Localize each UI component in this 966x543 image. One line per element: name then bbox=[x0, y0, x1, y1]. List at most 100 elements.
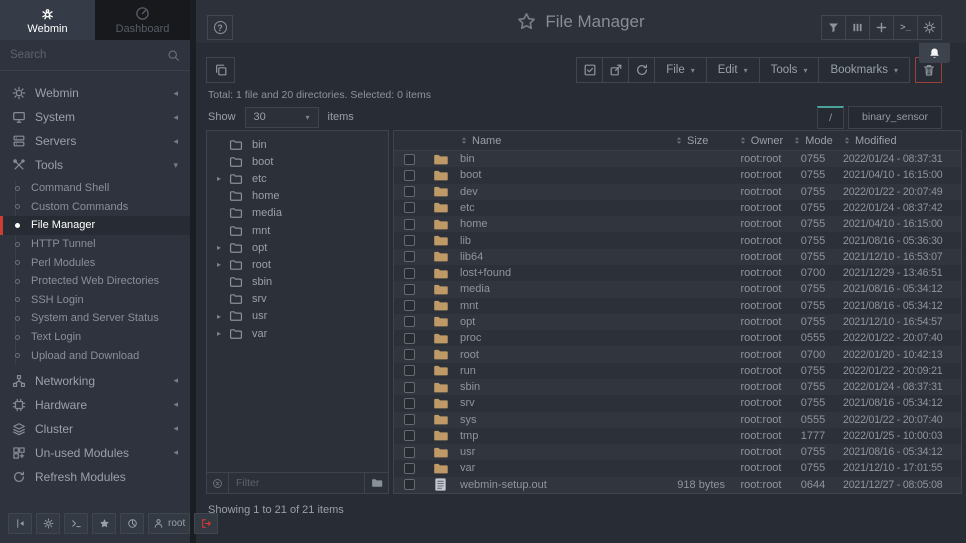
table-row[interactable]: usr root:root 0755 2021/08/16 - 05:34:12 bbox=[394, 444, 961, 460]
table-row[interactable]: run root:root 0755 2022/01/22 - 20:09:21 bbox=[394, 363, 961, 379]
row-checkbox[interactable] bbox=[404, 414, 415, 425]
sidebar-item-networking[interactable]: Networking ◂ bbox=[0, 369, 190, 393]
row-checkbox[interactable] bbox=[404, 365, 415, 376]
tab-webmin[interactable]: Webmin bbox=[0, 0, 95, 40]
row-checkbox[interactable] bbox=[404, 430, 415, 441]
tree-item[interactable]: ▸ mnt bbox=[207, 222, 388, 239]
copy-path-button[interactable] bbox=[206, 57, 235, 83]
bookmarks-menu-button[interactable]: Bookmarks bbox=[818, 57, 910, 83]
table-row[interactable]: tmp root:root 1777 2022/01/25 - 10:00:03 bbox=[394, 428, 961, 444]
logout-button[interactable] bbox=[194, 513, 218, 534]
file-menu-button[interactable]: File bbox=[654, 57, 707, 83]
row-checkbox[interactable] bbox=[404, 398, 415, 409]
table-row[interactable]: opt root:root 0755 2021/12/10 - 16:54:57 bbox=[394, 314, 961, 330]
terminal-button[interactable]: >_ bbox=[893, 15, 918, 40]
sidebar-item-hardware[interactable]: Hardware ◂ bbox=[0, 393, 190, 417]
column-header-modified[interactable]: Modified bbox=[835, 135, 961, 147]
sidebar-item-webmin[interactable]: Webmin ◂ bbox=[0, 81, 190, 105]
sidebar-subitem[interactable]: Perl Modules bbox=[0, 253, 190, 272]
tree-item[interactable]: ▸ srv bbox=[207, 291, 388, 308]
sidebar-item-servers[interactable]: Servers ◂ bbox=[0, 129, 190, 153]
row-checkbox[interactable] bbox=[404, 284, 415, 295]
row-checkbox[interactable] bbox=[404, 382, 415, 393]
expand-caret-icon[interactable]: ▸ bbox=[217, 260, 229, 269]
sidebar-item-cluster[interactable]: Cluster ◂ bbox=[0, 417, 190, 441]
sidebar-item-refresh-modules[interactable]: Refresh Modules bbox=[0, 465, 190, 489]
table-row[interactable]: var root:root 0755 2021/12/10 - 17:01:55 bbox=[394, 460, 961, 476]
tree-item[interactable]: ▸ usr bbox=[207, 308, 388, 325]
tools-menu-button[interactable]: Tools bbox=[759, 57, 820, 83]
tree-item[interactable]: ▸ home bbox=[207, 188, 388, 205]
row-checkbox[interactable] bbox=[404, 186, 415, 197]
row-checkbox[interactable] bbox=[404, 219, 415, 230]
table-row[interactable]: srv root:root 0755 2021/08/16 - 05:34:12 bbox=[394, 395, 961, 411]
tree-item[interactable]: ▸ root bbox=[207, 256, 388, 273]
sidebar-subitem[interactable]: System and Server Status bbox=[0, 309, 190, 328]
tree-item[interactable]: ▸ boot bbox=[207, 153, 388, 170]
clear-filter-button[interactable] bbox=[207, 473, 229, 493]
favorite-star-icon[interactable] bbox=[517, 12, 536, 31]
expand-caret-icon[interactable]: ▸ bbox=[217, 312, 229, 321]
column-header-owner[interactable]: Owner bbox=[731, 135, 791, 147]
table-row[interactable]: root root:root 0700 2022/01/20 - 10:42:1… bbox=[394, 346, 961, 362]
table-row[interactable]: webmin-setup.out 918 bytes root:root 064… bbox=[394, 477, 961, 493]
tree-item[interactable]: ▸ etc bbox=[207, 170, 388, 187]
tree-item[interactable]: ▸ bin bbox=[207, 136, 388, 153]
search-input[interactable] bbox=[10, 49, 167, 61]
table-row[interactable]: sbin root:root 0755 2022/01/24 - 08:37:3… bbox=[394, 379, 961, 395]
column-header-mode[interactable]: Mode bbox=[791, 135, 835, 147]
usage-button[interactable] bbox=[120, 513, 144, 534]
filter-button[interactable] bbox=[821, 15, 846, 40]
row-checkbox[interactable] bbox=[404, 268, 415, 279]
favorites-button[interactable] bbox=[92, 513, 116, 534]
row-checkbox[interactable] bbox=[404, 463, 415, 474]
table-row[interactable]: sys root:root 0555 2022/01/22 - 20:07:40 bbox=[394, 412, 961, 428]
sidebar-item-tools[interactable]: Tools ▾ bbox=[0, 153, 190, 177]
breadcrumb-current[interactable]: binary_sensor bbox=[848, 106, 942, 129]
sidebar-subitem[interactable]: Command Shell bbox=[0, 179, 190, 198]
sidebar-subitem[interactable]: File Manager bbox=[0, 216, 190, 235]
sidebar-item-system[interactable]: System ◂ bbox=[0, 105, 190, 129]
share-button[interactable] bbox=[602, 57, 629, 83]
sidebar-item-unused-modules[interactable]: Un-used Modules ◂ bbox=[0, 441, 190, 465]
row-checkbox[interactable] bbox=[404, 202, 415, 213]
tree-item[interactable]: ▸ var bbox=[207, 325, 388, 342]
sidebar-subitem[interactable]: Text Login bbox=[0, 328, 190, 347]
row-checkbox[interactable] bbox=[404, 316, 415, 327]
refresh-button[interactable] bbox=[628, 57, 655, 83]
sidebar-subitem[interactable]: SSH Login bbox=[0, 291, 190, 310]
row-checkbox[interactable] bbox=[404, 447, 415, 458]
folder-filter-toggle[interactable] bbox=[364, 473, 388, 493]
settings-button[interactable] bbox=[917, 15, 942, 40]
edit-menu-button[interactable]: Edit bbox=[706, 57, 760, 83]
row-checkbox[interactable] bbox=[404, 300, 415, 311]
row-checkbox[interactable] bbox=[404, 333, 415, 344]
table-row[interactable]: dev root:root 0755 2022/01/22 - 20:07:49 bbox=[394, 184, 961, 200]
collapse-sidebar-button[interactable] bbox=[8, 513, 32, 534]
row-checkbox[interactable] bbox=[404, 251, 415, 262]
select-all-button[interactable] bbox=[576, 57, 603, 83]
search-icon[interactable] bbox=[167, 49, 180, 62]
notifications-tab[interactable] bbox=[919, 43, 950, 63]
page-size-select[interactable]: 30 bbox=[245, 107, 319, 128]
row-checkbox[interactable] bbox=[404, 170, 415, 181]
sidebar-subitem[interactable]: Protected Web Directories bbox=[0, 272, 190, 291]
tree-item[interactable]: ▸ sbin bbox=[207, 274, 388, 291]
expand-caret-icon[interactable]: ▸ bbox=[217, 329, 229, 338]
table-row[interactable]: lib root:root 0755 2021/08/16 - 05:36:30 bbox=[394, 232, 961, 248]
row-checkbox[interactable] bbox=[404, 154, 415, 165]
tree-item[interactable]: ▸ media bbox=[207, 205, 388, 222]
table-row[interactable]: media root:root 0755 2021/08/16 - 05:34:… bbox=[394, 281, 961, 297]
columns-button[interactable] bbox=[845, 15, 870, 40]
table-row[interactable]: lost+found root:root 0700 2021/12/29 - 1… bbox=[394, 265, 961, 281]
column-header-size[interactable]: Size bbox=[621, 135, 731, 147]
table-row[interactable]: bin root:root 0755 2022/01/24 - 08:37:31 bbox=[394, 151, 961, 167]
expand-caret-icon[interactable]: ▸ bbox=[217, 174, 229, 183]
row-checkbox[interactable] bbox=[404, 235, 415, 246]
theme-toggle-button[interactable] bbox=[36, 513, 60, 534]
table-row[interactable]: home root:root 0755 2021/04/10 - 16:15:0… bbox=[394, 216, 961, 232]
sidebar-subitem[interactable]: Upload and Download bbox=[0, 346, 190, 365]
breadcrumb-root[interactable]: / bbox=[817, 106, 844, 129]
add-button[interactable] bbox=[869, 15, 894, 40]
shell-button[interactable] bbox=[64, 513, 88, 534]
